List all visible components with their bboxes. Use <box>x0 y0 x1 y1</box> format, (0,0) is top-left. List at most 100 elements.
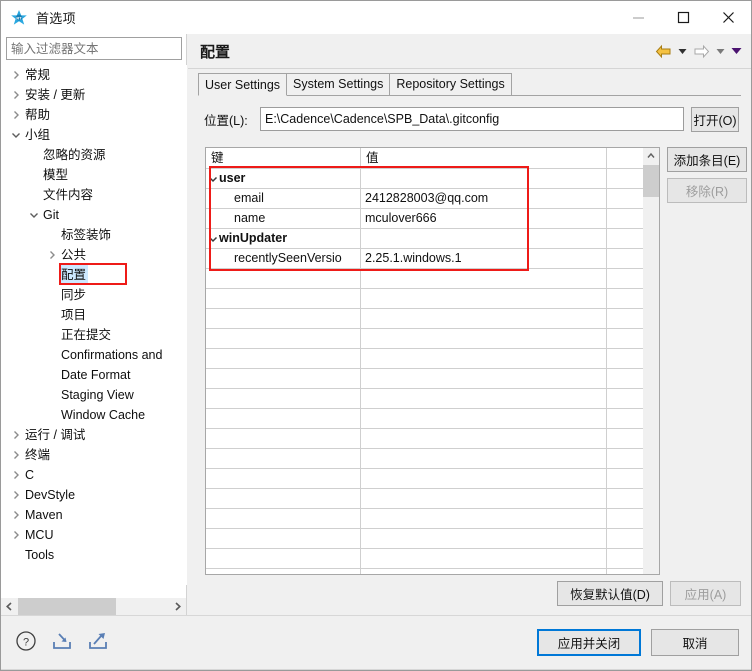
chevron-right-icon[interactable] <box>9 445 23 465</box>
forward-arrow-icon[interactable] <box>691 42 711 60</box>
table-row[interactable]: user <box>206 169 659 189</box>
sidebar-item-15[interactable]: Date Format <box>1 365 187 385</box>
sidebar-item-19[interactable]: 终端 <box>1 445 187 465</box>
cell-empty[interactable] <box>206 509 361 529</box>
chevron-right-icon[interactable] <box>9 105 23 125</box>
table-row-empty[interactable] <box>206 429 659 449</box>
settings-tabs[interactable]: User Settings System Settings Repository S… <box>198 73 741 96</box>
location-input[interactable] <box>260 107 684 131</box>
cell-key[interactable]: winUpdater <box>206 229 361 249</box>
table-row-empty[interactable] <box>206 549 659 569</box>
cancel-button[interactable]: 取消 <box>651 629 739 656</box>
cell-value[interactable] <box>361 169 607 189</box>
chevron-right-icon[interactable] <box>169 598 186 615</box>
table-row-empty[interactable] <box>206 529 659 549</box>
sidebar-item-6[interactable]: 文件内容 <box>1 185 187 205</box>
sidebar-item-21[interactable]: DevStyle <box>1 485 187 505</box>
scroll-thumb[interactable] <box>18 598 116 615</box>
maximize-icon[interactable] <box>661 1 706 34</box>
sidebar-item-8[interactable]: 标签装饰 <box>1 225 187 245</box>
column-header-key[interactable]: 键 <box>206 148 361 169</box>
chevron-right-icon[interactable] <box>9 425 23 445</box>
chevron-right-icon[interactable] <box>9 505 23 525</box>
cell-empty[interactable] <box>206 349 361 369</box>
cell-empty[interactable] <box>361 289 607 309</box>
cell-empty[interactable] <box>361 489 607 509</box>
chevron-right-icon[interactable] <box>9 85 23 105</box>
scroll-track[interactable] <box>18 598 169 615</box>
table-row-empty[interactable] <box>206 349 659 369</box>
column-header-value[interactable]: 值 <box>361 148 607 169</box>
sidebar-item-13[interactable]: 正在提交 <box>1 325 187 345</box>
cell-empty[interactable] <box>206 429 361 449</box>
table-row-empty[interactable] <box>206 269 659 289</box>
table-body[interactable]: user email 2412828003@qq.com name mculover66… <box>206 169 659 574</box>
cell-empty[interactable] <box>206 309 361 329</box>
cell-empty[interactable] <box>361 389 607 409</box>
cell-empty[interactable] <box>361 529 607 549</box>
cell-empty[interactable] <box>361 349 607 369</box>
cell-value[interactable]: 2.25.1.windows.1 <box>361 249 607 269</box>
chevron-left-icon[interactable] <box>1 598 18 615</box>
cell-empty[interactable] <box>206 549 361 569</box>
cell-empty[interactable] <box>361 369 607 389</box>
cell-empty[interactable] <box>206 529 361 549</box>
cell-value[interactable] <box>361 229 607 249</box>
chevron-down-icon[interactable] <box>206 234 219 244</box>
preferences-tree[interactable]: 常规 安装 / 更新 帮助 小组 忽略的资源 模型 文件内容 Git 标签装饰 公共 配置 同步 项目正… <box>1 65 187 585</box>
chevron-down-icon[interactable] <box>27 205 41 225</box>
help-icon[interactable]: ? <box>15 630 39 654</box>
menu-chevron-down-icon[interactable] <box>729 42 743 60</box>
table-row[interactable]: recentlySeenVersio 2.25.1.windows.1 <box>206 249 659 269</box>
cell-empty[interactable] <box>361 509 607 529</box>
cell-empty[interactable] <box>206 469 361 489</box>
cell-empty[interactable] <box>361 269 607 289</box>
table-row-empty[interactable] <box>206 509 659 529</box>
table-row[interactable]: name mculover666 <box>206 209 659 229</box>
sidebar-item-20[interactable]: C <box>1 465 187 485</box>
table-row-empty[interactable] <box>206 289 659 309</box>
close-icon[interactable] <box>706 1 751 34</box>
table-row-empty[interactable] <box>206 409 659 429</box>
export-icon[interactable] <box>87 630 111 654</box>
chevron-right-icon[interactable] <box>9 465 23 485</box>
sidebar-item-5[interactable]: 模型 <box>1 165 187 185</box>
cell-empty[interactable] <box>361 429 607 449</box>
table-row[interactable]: winUpdater <box>206 229 659 249</box>
chevron-right-icon[interactable] <box>9 65 23 85</box>
tab-2[interactable]: Repository Settings <box>389 73 512 95</box>
back-arrow-icon[interactable] <box>653 42 673 60</box>
chevron-right-icon[interactable] <box>9 485 23 505</box>
cell-empty[interactable] <box>206 449 361 469</box>
forward-dropdown-chevron-down-icon[interactable] <box>713 42 727 60</box>
cell-empty[interactable] <box>206 489 361 509</box>
chevron-up-icon[interactable] <box>643 148 659 164</box>
sidebar-item-1[interactable]: 安装 / 更新 <box>1 85 187 105</box>
cell-empty[interactable] <box>206 269 361 289</box>
cell-value[interactable]: mculover666 <box>361 209 607 229</box>
cell-empty[interactable] <box>361 549 607 569</box>
tab-1[interactable]: System Settings <box>286 73 391 95</box>
cell-empty[interactable] <box>206 329 361 349</box>
cell-empty[interactable] <box>206 369 361 389</box>
table-row-empty[interactable] <box>206 389 659 409</box>
sidebar-item-24[interactable]: Tools <box>1 545 187 565</box>
restore-defaults-button[interactable]: 恢复默认值(D) <box>557 581 663 606</box>
sidebar-item-4[interactable]: 忽略的资源 <box>1 145 187 165</box>
table-row-empty[interactable] <box>206 369 659 389</box>
chevron-right-icon[interactable] <box>45 245 59 265</box>
cell-empty[interactable] <box>206 409 361 429</box>
sidebar-item-2[interactable]: 帮助 <box>1 105 187 125</box>
table-row[interactable]: email 2412828003@qq.com <box>206 189 659 209</box>
sidebar-item-7[interactable]: Git <box>1 205 187 225</box>
table-row-empty[interactable] <box>206 449 659 469</box>
sidebar-item-18[interactable]: 运行 / 调试 <box>1 425 187 445</box>
tab-0[interactable]: User Settings <box>198 73 288 96</box>
sidebar-item-3[interactable]: 小组 <box>1 125 187 145</box>
filter-input[interactable] <box>6 37 182 60</box>
cell-empty[interactable] <box>361 309 607 329</box>
config-table[interactable]: 键 值 user email 2412828003@qq.com name mculov… <box>205 147 660 575</box>
sidebar-item-17[interactable]: Window Cache <box>1 405 187 425</box>
cell-empty[interactable] <box>206 289 361 309</box>
open-button[interactable]: 打开(O) <box>691 106 739 132</box>
